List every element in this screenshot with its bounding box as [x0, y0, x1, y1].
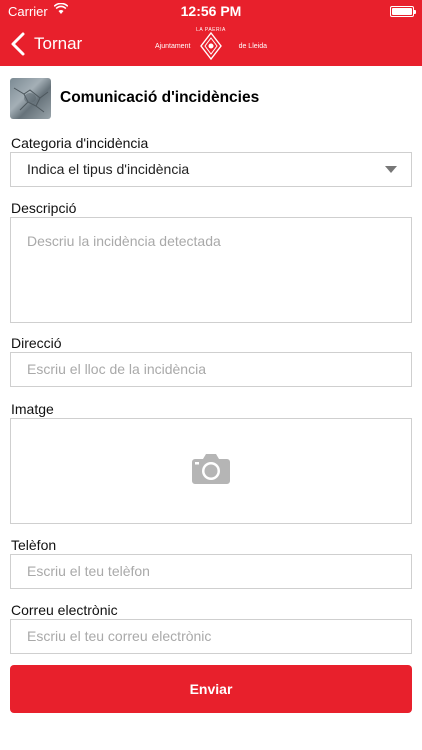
- city-emblem-icon: [200, 32, 222, 60]
- logo-right-text: de Lleida: [238, 43, 267, 50]
- battery-icon: [390, 6, 416, 17]
- chevron-left-icon: [11, 32, 25, 56]
- back-button[interactable]: Tornar: [8, 31, 82, 57]
- status-time: 12:56 PM: [180, 3, 242, 19]
- back-label: Tornar: [34, 34, 83, 53]
- submit-button[interactable]: Enviar: [10, 665, 412, 713]
- description-placeholder: Descriu la incidència detectada: [27, 233, 221, 249]
- status-bar: Carrier 12:56 PM: [0, 0, 422, 22]
- description-textarea[interactable]: Descriu la incidència detectada: [10, 217, 412, 323]
- address-label: Direcció: [11, 335, 62, 351]
- email-input[interactable]: Escriu el teu correu electrònic: [10, 619, 412, 654]
- category-selected-value: Indica el tipus d'incidència: [27, 161, 190, 177]
- page-title: Comunicació d'incidències: [60, 89, 260, 106]
- image-label: Imatge: [11, 401, 54, 417]
- logo-left-text: Ajuntament: [155, 43, 191, 50]
- image-picker[interactable]: [10, 418, 412, 524]
- camera-icon: [192, 454, 230, 484]
- submit-label: Enviar: [189, 681, 233, 697]
- email-label: Correu electrònic: [11, 602, 118, 618]
- nav-bar: Carrier 12:56 PM Tornar LA PAERIA Ajunta…: [0, 0, 422, 66]
- phone-label: Telèfon: [11, 537, 57, 553]
- description-label: Descripció: [11, 200, 77, 216]
- category-label: Categoria d'incidència: [11, 135, 149, 151]
- city-logo: LA PAERIA Ajuntament de Lleida: [155, 26, 267, 62]
- dropdown-caret-icon: [385, 166, 397, 173]
- phone-placeholder: Escriu el teu telèfon: [27, 563, 150, 579]
- email-placeholder: Escriu el teu correu electrònic: [27, 628, 212, 644]
- category-select[interactable]: Indica el tipus d'incidència: [10, 152, 412, 187]
- address-placeholder: Escriu el lloc de la incidència: [27, 361, 206, 377]
- address-input[interactable]: Escriu el lloc de la incidència: [10, 352, 412, 387]
- form-header: Comunicació d'incidències: [10, 77, 259, 119]
- incident-thumbnail: [10, 77, 51, 119]
- phone-input[interactable]: Escriu el teu telèfon: [10, 554, 412, 589]
